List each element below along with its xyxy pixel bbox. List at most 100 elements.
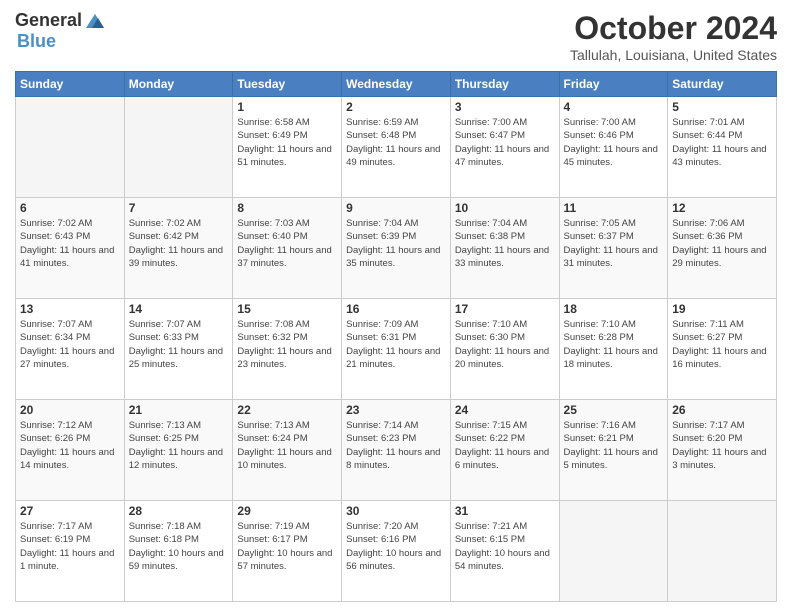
page: General Blue October 2024 Tallulah, Loui… [0, 0, 792, 612]
table-row: 29Sunrise: 7:19 AMSunset: 6:17 PMDayligh… [233, 501, 342, 602]
day-info: Sunrise: 7:09 AMSunset: 6:31 PMDaylight:… [346, 318, 446, 371]
day-info: Sunrise: 7:20 AMSunset: 6:16 PMDaylight:… [346, 520, 446, 573]
day-number: 17 [455, 302, 555, 316]
day-number: 30 [346, 504, 446, 518]
day-info: Sunrise: 7:10 AMSunset: 6:28 PMDaylight:… [564, 318, 664, 371]
day-number: 13 [20, 302, 120, 316]
day-info: Sunrise: 7:17 AMSunset: 6:20 PMDaylight:… [672, 419, 772, 472]
header-tuesday: Tuesday [233, 72, 342, 97]
day-info: Sunrise: 7:11 AMSunset: 6:27 PMDaylight:… [672, 318, 772, 371]
table-row: 2 Sunrise: 6:59 AMSunset: 6:48 PMDaylight… [342, 97, 451, 198]
header-friday: Friday [559, 72, 668, 97]
day-info: Sunrise: 7:13 AMSunset: 6:24 PMDaylight:… [237, 419, 337, 472]
day-number: 20 [20, 403, 120, 417]
table-row: 18Sunrise: 7:10 AMSunset: 6:28 PMDayligh… [559, 299, 668, 400]
day-info: Sunrise: 7:21 AMSunset: 6:15 PMDaylight:… [455, 520, 555, 573]
day-number: 24 [455, 403, 555, 417]
day-number: 10 [455, 201, 555, 215]
day-info: Sunrise: 7:15 AMSunset: 6:22 PMDaylight:… [455, 419, 555, 472]
day-number: 11 [564, 201, 664, 215]
table-row: 16 Sunrise: 7:09 AMSunset: 6:31 PMDayligh… [342, 299, 451, 400]
table-row: 21Sunrise: 7:13 AMSunset: 6:25 PMDayligh… [124, 400, 233, 501]
calendar-week-row: 1 Sunrise: 6:58 AMSunset: 6:49 PMDaylight… [16, 97, 777, 198]
day-info: Sunrise: 7:02 AMSunset: 6:42 PMDaylight:… [129, 217, 229, 270]
day-number: 29 [237, 504, 337, 518]
table-row [668, 501, 777, 602]
day-number: 16 [346, 302, 446, 316]
day-info: Sunrise: 7:04 AMSunset: 6:39 PMDaylight:… [346, 217, 446, 270]
day-number: 6 [20, 201, 120, 215]
table-row: 20 Sunrise: 7:12 AMSunset: 6:26 PMDayligh… [16, 400, 125, 501]
header-sunday: Sunday [16, 72, 125, 97]
day-number: 3 [455, 100, 555, 114]
table-row [16, 97, 125, 198]
table-row: 17 Sunrise: 7:10 AMSunset: 6:30 PMDayligh… [450, 299, 559, 400]
table-row: 26 Sunrise: 7:17 AMSunset: 6:20 PMDayligh… [668, 400, 777, 501]
day-info: Sunrise: 7:08 AMSunset: 6:32 PMDaylight:… [237, 318, 337, 371]
day-number: 22 [237, 403, 337, 417]
weekday-header-row: Sunday Monday Tuesday Wednesday Thursday… [16, 72, 777, 97]
calendar-week-row: 27 Sunrise: 7:17 AMSunset: 6:19 PMDayligh… [16, 501, 777, 602]
calendar-week-row: 13Sunrise: 7:07 AMSunset: 6:34 PMDayligh… [16, 299, 777, 400]
table-row: 3Sunrise: 7:00 AMSunset: 6:47 PMDaylight… [450, 97, 559, 198]
location: Tallulah, Louisiana, United States [570, 47, 777, 63]
table-row: 7 Sunrise: 7:02 AMSunset: 6:42 PMDaylight… [124, 198, 233, 299]
table-row: 30 Sunrise: 7:20 AMSunset: 6:16 PMDayligh… [342, 501, 451, 602]
table-row: 31Sunrise: 7:21 AMSunset: 6:15 PMDayligh… [450, 501, 559, 602]
table-row: 27 Sunrise: 7:17 AMSunset: 6:19 PMDayligh… [16, 501, 125, 602]
day-number: 27 [20, 504, 120, 518]
header-thursday: Thursday [450, 72, 559, 97]
day-info: Sunrise: 7:04 AMSunset: 6:38 PMDaylight:… [455, 217, 555, 270]
table-row: 25 Sunrise: 7:16 AMSunset: 6:21 PMDayligh… [559, 400, 668, 501]
logo: General Blue [15, 10, 108, 52]
table-row: 8 Sunrise: 7:03 AMSunset: 6:40 PMDaylight… [233, 198, 342, 299]
table-row: 9 Sunrise: 7:04 AMSunset: 6:39 PMDaylight… [342, 198, 451, 299]
day-number: 5 [672, 100, 772, 114]
calendar-week-row: 20 Sunrise: 7:12 AMSunset: 6:26 PMDayligh… [16, 400, 777, 501]
table-row: 10 Sunrise: 7:04 AMSunset: 6:38 PMDayligh… [450, 198, 559, 299]
header-wednesday: Wednesday [342, 72, 451, 97]
table-row: 4Sunrise: 7:00 AMSunset: 6:46 PMDaylight… [559, 97, 668, 198]
calendar-week-row: 6Sunrise: 7:02 AMSunset: 6:43 PMDaylight… [16, 198, 777, 299]
day-info: Sunrise: 7:17 AMSunset: 6:19 PMDaylight:… [20, 520, 120, 573]
table-row: 22 Sunrise: 7:13 AMSunset: 6:24 PMDayligh… [233, 400, 342, 501]
table-row: 14 Sunrise: 7:07 AMSunset: 6:33 PMDayligh… [124, 299, 233, 400]
day-info: Sunrise: 6:58 AMSunset: 6:49 PMDaylight:… [237, 116, 337, 169]
day-number: 28 [129, 504, 229, 518]
table-row: 19Sunrise: 7:11 AMSunset: 6:27 PMDayligh… [668, 299, 777, 400]
table-row: 6Sunrise: 7:02 AMSunset: 6:43 PMDaylight… [16, 198, 125, 299]
day-info: Sunrise: 7:16 AMSunset: 6:21 PMDaylight:… [564, 419, 664, 472]
table-row: 28 Sunrise: 7:18 AMSunset: 6:18 PMDayligh… [124, 501, 233, 602]
table-row: 1 Sunrise: 6:58 AMSunset: 6:49 PMDaylight… [233, 97, 342, 198]
day-info: Sunrise: 7:07 AMSunset: 6:33 PMDaylight:… [129, 318, 229, 371]
day-info: Sunrise: 7:18 AMSunset: 6:18 PMDaylight:… [129, 520, 229, 573]
day-number: 9 [346, 201, 446, 215]
table-row: 5Sunrise: 7:01 AMSunset: 6:44 PMDaylight… [668, 97, 777, 198]
header-monday: Monday [124, 72, 233, 97]
day-number: 4 [564, 100, 664, 114]
logo-blue: Blue [17, 31, 56, 51]
day-info: Sunrise: 6:59 AMSunset: 6:48 PMDaylight:… [346, 116, 446, 169]
day-number: 7 [129, 201, 229, 215]
table-row [124, 97, 233, 198]
calendar-table: Sunday Monday Tuesday Wednesday Thursday… [15, 71, 777, 602]
table-row: 24 Sunrise: 7:15 AMSunset: 6:22 PMDayligh… [450, 400, 559, 501]
table-row: 23Sunrise: 7:14 AMSunset: 6:23 PMDayligh… [342, 400, 451, 501]
day-info: Sunrise: 7:10 AMSunset: 6:30 PMDaylight:… [455, 318, 555, 371]
day-number: 2 [346, 100, 446, 114]
day-info: Sunrise: 7:03 AMSunset: 6:40 PMDaylight:… [237, 217, 337, 270]
table-row: 13Sunrise: 7:07 AMSunset: 6:34 PMDayligh… [16, 299, 125, 400]
day-info: Sunrise: 7:12 AMSunset: 6:26 PMDaylight:… [20, 419, 120, 472]
day-number: 25 [564, 403, 664, 417]
title-section: October 2024 Tallulah, Louisiana, United… [570, 10, 777, 63]
table-row: 15 Sunrise: 7:08 AMSunset: 6:32 PMDayligh… [233, 299, 342, 400]
day-number: 15 [237, 302, 337, 316]
month-title: October 2024 [570, 10, 777, 47]
day-info: Sunrise: 7:05 AMSunset: 6:37 PMDaylight:… [564, 217, 664, 270]
day-number: 1 [237, 100, 337, 114]
day-number: 8 [237, 201, 337, 215]
header-saturday: Saturday [668, 72, 777, 97]
table-row: 11 Sunrise: 7:05 AMSunset: 6:37 PMDayligh… [559, 198, 668, 299]
day-number: 26 [672, 403, 772, 417]
day-number: 14 [129, 302, 229, 316]
